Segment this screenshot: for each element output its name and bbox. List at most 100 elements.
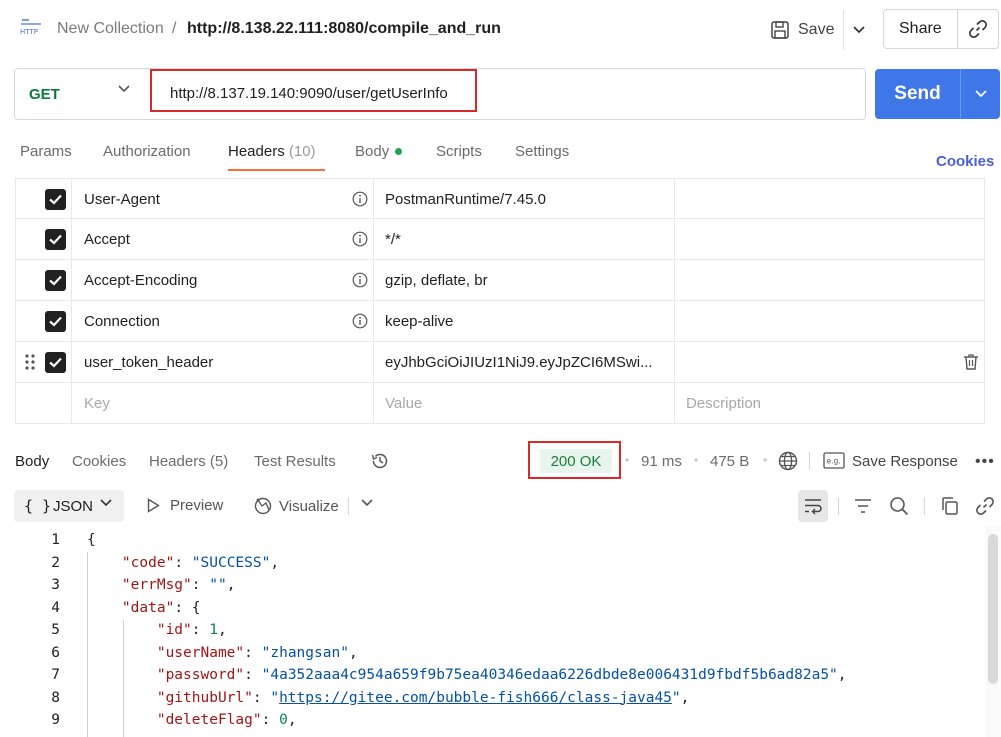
save-response-button[interactable]: Save Response [852,453,958,470]
chevron-down-icon[interactable] [118,85,130,93]
code-link[interactable]: https://gitee.com/bubble-fish666/class-j… [279,690,672,706]
code-token: , [226,577,236,593]
header-key: Accept-Encoding [84,272,198,289]
tab-headers[interactable]: Headers (10) [228,143,316,160]
header-description-cell[interactable] [675,301,985,341]
request-bar: GET http://8.137.19.140:9090/user/getUse… [14,68,866,120]
separator-dot: • [625,453,630,467]
code-token: : [191,622,210,638]
header-key-cell[interactable]: user_token_header [72,342,374,382]
code-text: "deleteFlag": 0, [87,712,297,728]
more-options-icon[interactable]: ••• [975,453,995,471]
header-description-cell[interactable] [675,219,985,259]
response-tab-test-results[interactable]: Test Results [254,453,336,470]
header-key-cell[interactable]: Accept [72,219,374,259]
cookies-link[interactable]: Cookies [936,153,994,170]
visualize-label: Visualize [279,497,339,515]
code-token: , [680,689,690,706]
code-token: "data" [121,599,175,616]
wrap-lines-button[interactable] [798,490,828,522]
response-body-code[interactable]: 1{2 "code": "SUCCESS", 3 "errMsg": "", 4 "… [0,530,985,737]
line-number: 8 [51,689,60,706]
code-token: "code" [121,554,175,571]
header-key: Accept [84,231,130,248]
header-enabled-checkbox[interactable] [45,189,66,210]
link-icon[interactable] [968,19,988,39]
visualize-button[interactable]: Visualize [253,496,339,516]
header-enabled-checkbox[interactable] [45,270,66,291]
format-select[interactable]: { } JSON [14,490,124,522]
drag-handle-icon[interactable] [24,353,36,371]
header-key-cell[interactable]: User-Agent [72,179,374,219]
info-icon[interactable] [352,191,368,207]
tab-settings[interactable]: Settings [515,143,569,160]
header-description-cell[interactable] [675,260,985,300]
check-icon [49,316,62,327]
response-tab-headers[interactable]: Headers (5) [149,453,228,470]
header-enabled-checkbox[interactable] [45,229,66,250]
copy-icon[interactable] [940,496,960,516]
search-icon[interactable] [889,496,909,516]
header-key-cell[interactable]: Accept-Encoding [72,260,374,300]
header-description-cell[interactable] [675,342,985,382]
status-badge[interactable]: 200 OK [540,449,612,473]
send-button[interactable]: Send [875,69,960,119]
header-value-cell[interactable]: eyJhbGciOiJIUzI1NiJ9.eyJpZCI6MSwi... [374,342,675,382]
chevron-down-icon[interactable] [361,499,373,507]
globe-icon[interactable] [778,451,798,471]
method-select[interactable]: GET [29,86,60,103]
header-value-input[interactable]: Value [374,383,675,423]
code-token: "SUCCESS" [191,554,271,571]
header-enabled-checkbox[interactable] [45,352,66,373]
header-value-cell[interactable]: PostmanRuntime/7.45.0 [374,179,675,219]
table-row: Accept-Encoding gzip, deflate, br [15,260,985,301]
header-key-cell[interactable]: Connection [72,301,374,341]
code-text: "code": "SUCCESS", [87,555,279,571]
url-input[interactable]: http://8.137.19.140:9090/user/getUserInf… [170,85,448,102]
info-icon[interactable] [352,272,368,288]
header-value-cell[interactable]: keep-alive [374,301,675,341]
trash-icon[interactable] [963,353,979,371]
code-line: 7 "password": "4a352aaa4c954a659f9b75ea4… [0,667,985,690]
header-value-cell[interactable]: gzip, deflate, br [374,260,675,300]
filter-icon[interactable] [853,496,873,516]
code-line: 9 "deleteFlag": 0, [0,712,985,735]
tab-headers-count: (10) [288,143,316,160]
save-button[interactable]: Save [770,14,834,46]
save-options-button[interactable] [843,10,873,50]
play-icon [147,498,160,513]
headers-table: User-Agent PostmanRuntime/7.45.0 Accept … [15,178,985,424]
tab-params[interactable]: Params [20,143,72,160]
tab-body-label: Body [355,143,390,160]
response-tab-cookies[interactable]: Cookies [72,453,126,470]
info-icon[interactable] [352,313,368,329]
tab-scripts[interactable]: Scripts [436,143,482,160]
code-text: { [87,532,96,548]
breadcrumb-collection[interactable]: New Collection [57,20,164,38]
share-button[interactable]: Share [899,20,942,38]
header-key-input[interactable]: Key [72,383,374,423]
http-request-icon: HTTP [20,19,41,36]
info-icon[interactable] [352,231,368,247]
request-title[interactable]: http://8.138.22.111:8080/compile_and_run [187,20,501,38]
response-time[interactable]: 91 ms [641,453,682,470]
tab-authorization[interactable]: Authorization [103,143,191,160]
history-icon[interactable] [370,451,390,471]
send-options-button[interactable] [960,69,1000,119]
header-description-input[interactable]: Description [675,383,985,423]
preview-button[interactable]: Preview [147,497,223,514]
response-tab-body[interactable]: Body [15,453,49,470]
tab-body[interactable]: Body [355,143,403,160]
link-icon[interactable] [975,496,995,516]
header-description-cell[interactable] [675,179,985,219]
code-token: "password" [156,667,245,683]
toolbar-divider [809,452,810,470]
scrollbar-thumb[interactable] [988,534,998,684]
wrap-lines-icon [805,499,822,515]
toolbar-divider [838,497,839,515]
response-size[interactable]: 475 B [710,453,749,470]
header-value-cell[interactable]: */* [374,219,675,259]
header-enabled-checkbox[interactable] [45,311,66,332]
